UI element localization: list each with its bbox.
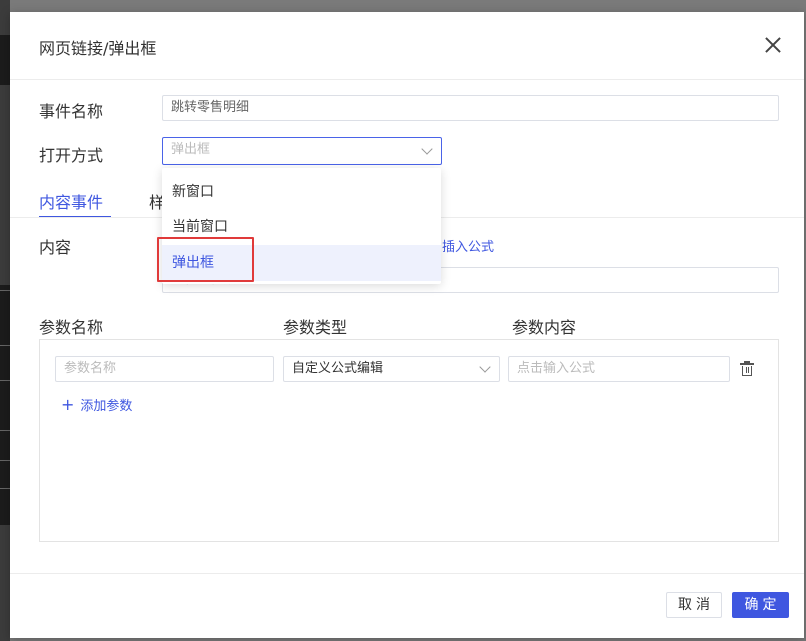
open-mode-label: 打开方式	[39, 146, 104, 165]
open-mode-select[interactable]: 弹出框	[162, 137, 442, 165]
cancel-button[interactable]: 取消	[666, 592, 722, 618]
highlight-annotation	[157, 237, 254, 282]
dropdown-option-new-window[interactable]: 新窗口	[162, 174, 441, 210]
background-divider	[0, 430, 10, 431]
param-name-header: 参数名称	[39, 318, 104, 337]
tab-content-event[interactable]: 内容事件	[39, 189, 103, 213]
dialog-title: 网页链接/弹出框	[39, 39, 157, 58]
background-strip	[0, 35, 10, 85]
open-mode-value: 弹出框	[171, 142, 211, 157]
event-name-input[interactable]: 跳转零售明细	[162, 95, 779, 121]
close-icon[interactable]	[762, 34, 784, 56]
param-type-header: 参数类型	[283, 318, 348, 337]
background-divider	[0, 380, 10, 381]
trash-icon[interactable]	[740, 361, 754, 377]
plus-icon: +	[61, 395, 75, 414]
param-type-select[interactable]: 自定义公式编辑	[283, 356, 500, 382]
add-param-label: 添加参数	[80, 399, 133, 414]
param-content-input[interactable]: 点击输入公式	[508, 356, 730, 382]
event-name-label: 事件名称	[39, 102, 104, 121]
param-type-value: 自定义公式编辑	[292, 361, 384, 376]
background-strip	[0, 285, 10, 525]
header-divider	[10, 79, 804, 80]
background-divider	[0, 345, 10, 346]
background-divider	[0, 488, 10, 489]
background-divider	[0, 460, 10, 461]
param-name-input[interactable]: 参数名称	[55, 356, 274, 382]
insert-formula-link[interactable]: 插入公式	[442, 236, 494, 255]
footer-divider	[10, 573, 804, 574]
add-param-button[interactable]: + 添加参数	[61, 395, 132, 414]
event-dialog: 网页链接/弹出框 事件名称 跳转零售明细 打开方式 弹出框 内容事件 样 内容 …	[10, 12, 804, 638]
content-label: 内容	[39, 238, 72, 257]
param-content-header: 参数内容	[512, 318, 577, 337]
background-divider	[0, 290, 10, 291]
confirm-button[interactable]: 确定	[732, 592, 789, 618]
background-app	[0, 0, 10, 641]
